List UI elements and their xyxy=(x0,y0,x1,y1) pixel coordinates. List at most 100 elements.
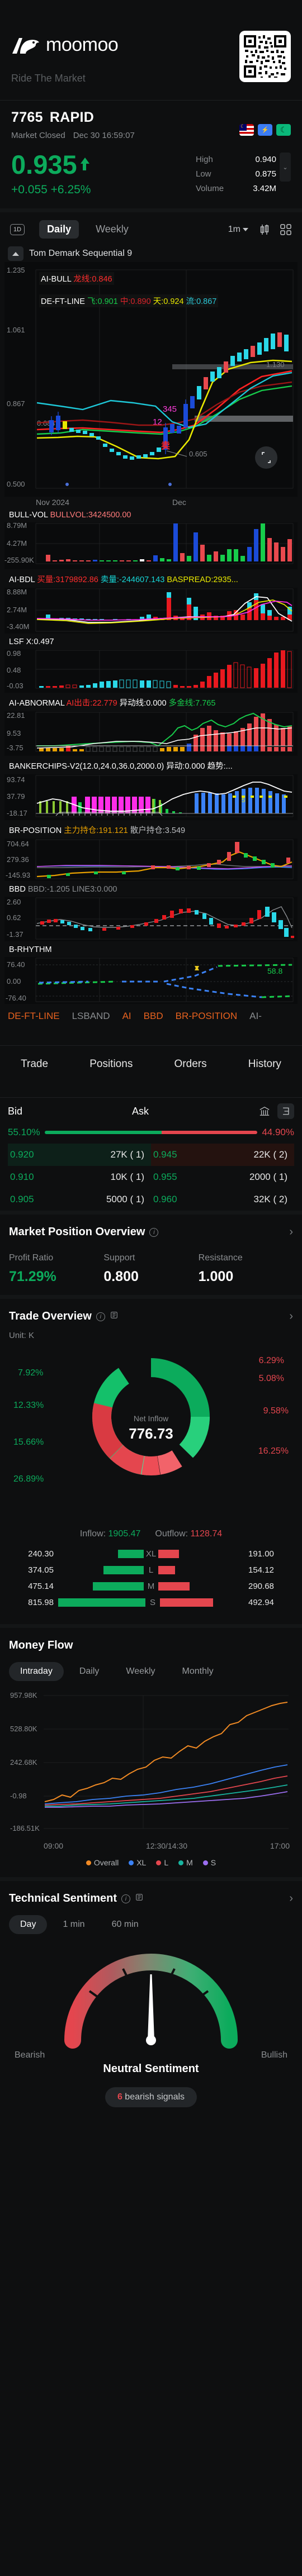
order-book-bid-header: Bid xyxy=(8,1105,23,1117)
donut-left-label-1: 12.33% xyxy=(13,1401,44,1410)
info-icon[interactable]: i xyxy=(121,1894,131,1903)
panel-field: 多金线:7.765 xyxy=(168,699,216,708)
technical-sentiment-section: Technical Sentiment i › Day 1 min 60 min xyxy=(0,1877,302,2117)
expand-stats-button[interactable]: ⌄ xyxy=(280,153,291,182)
bid-price: 0.920 xyxy=(10,1149,34,1160)
legend-m[interactable]: M xyxy=(178,1858,193,1867)
order-book-ask-header: Ask xyxy=(132,1105,149,1117)
indicator-tab-strip[interactable]: DE-FT-LINE LSBAND AI BBD BR-POSITION AI- xyxy=(0,1004,302,1030)
overlay-field: 天:0.924 xyxy=(153,297,184,306)
bid-qty: 5000 ( 1) xyxy=(106,1194,144,1204)
chevron-right-icon[interactable]: › xyxy=(289,1310,293,1323)
level-2-icon[interactable]: ⚡ xyxy=(258,124,272,136)
main-price-panel[interactable]: 1.235 1.061 0.867 0.500 1.130 0.684 0.60… xyxy=(4,262,298,507)
trade-overview-title: Trade Overview xyxy=(9,1310,92,1322)
flow-bar-row: 475.14 M 290.68 xyxy=(9,1582,293,1591)
net-inflow-value: 776.73 xyxy=(129,1425,173,1442)
subpanel-lsf[interactable]: LSF X:0.497 0.98 0.48 -0.03 xyxy=(4,634,298,693)
metric-label: Profit Ratio xyxy=(9,1253,54,1263)
indicator-tab-de-ft-line[interactable]: DE-FT-LINE xyxy=(8,1011,60,1022)
signal-count-badge[interactable]: 6 bearish signals xyxy=(105,2087,197,2107)
moomoo-bull-logo-icon xyxy=(11,36,40,55)
legend-s[interactable]: S xyxy=(202,1858,216,1867)
outflow-label: Outflow: xyxy=(155,1529,188,1539)
ticker-header: 7765 RAPID Market Closed Dec 30 16:59:07 ⚡… xyxy=(0,101,302,198)
market-position-section: Market Position Overview i › Profit Rati… xyxy=(0,1211,302,1295)
range-1d-button[interactable]: 1D xyxy=(10,223,25,235)
panel-field: 散户持仓:3.549 xyxy=(130,826,186,835)
order-book-row[interactable]: 0.905 5000 ( 1) 0.960 32K ( 2) xyxy=(8,1188,294,1211)
ask-cell[interactable]: 0.955 2000 ( 1) xyxy=(151,1166,294,1188)
legend-xl[interactable]: XL xyxy=(129,1858,146,1867)
subpanel-ai-abnormal[interactable]: AI-ABNORMAL AI出击:22.779 异动线:0.000 多金线:7.… xyxy=(4,693,298,756)
subpanel-bankerchips[interactable]: BANKERCHIPS-V2(12.0,24.0,36.0,2000.0) 异动… xyxy=(4,756,298,820)
tab-weekly[interactable]: Weekly xyxy=(115,1662,166,1681)
tab-trade[interactable]: Trade xyxy=(21,1058,48,1070)
tab-monthly[interactable]: Monthly xyxy=(171,1662,225,1681)
tab-daily[interactable]: Daily xyxy=(39,220,79,239)
bank-icon[interactable] xyxy=(256,1103,273,1119)
tab-60min[interactable]: 60 min xyxy=(101,1915,150,1934)
info-icon[interactable]: i xyxy=(96,1312,105,1321)
ask-cell[interactable]: 0.960 32K ( 2) xyxy=(151,1188,294,1211)
subpanel-ai-bdl[interactable]: AI-BDL 买量:3179892.86 卖量:-244607.143 BASP… xyxy=(4,569,298,634)
bid-cell[interactable]: 0.905 5000 ( 1) xyxy=(8,1188,151,1211)
ask-cell[interactable]: 0.945 22K ( 2) xyxy=(151,1144,294,1166)
collapse-indicator-button[interactable] xyxy=(8,246,23,261)
indicator-tab-lsband[interactable]: LSBAND xyxy=(72,1011,110,1022)
inflow-outflow-summary: Inflow: 1905.47 Outflow: 1128.74 xyxy=(9,1529,293,1539)
indicator-tab-br-position[interactable]: BR-POSITION xyxy=(176,1011,238,1022)
chevron-down-icon xyxy=(243,227,248,231)
tab-daily[interactable]: Daily xyxy=(68,1662,111,1681)
y-axis-mid: 1.061 xyxy=(7,326,25,334)
screenshot-icon[interactable] xyxy=(110,1311,119,1322)
screenshot-icon[interactable] xyxy=(135,1893,144,1904)
tab-positions[interactable]: Positions xyxy=(89,1058,133,1070)
bid-cell[interactable]: 0.910 10K ( 1) xyxy=(8,1166,151,1188)
trade-tab-bar[interactable]: Trade Positions Orders History xyxy=(0,1046,302,1082)
money-flow-chart: 957.98K 528.80K 242.68K -0.98 -186.51K 0… xyxy=(9,1690,293,1850)
candlestick-icon[interactable] xyxy=(258,223,271,236)
flow-tag: XL xyxy=(145,1549,157,1559)
bid-cell[interactable]: 0.920 27K ( 1) xyxy=(8,1144,151,1166)
legend-overall[interactable]: Overall xyxy=(86,1858,119,1867)
svg-text:9.53: 9.53 xyxy=(7,729,21,737)
depth-levels-icon[interactable] xyxy=(277,1103,294,1119)
chevron-right-icon[interactable]: › xyxy=(289,1226,293,1239)
subpanel-bbd[interactable]: BBD BBD:-1.205 LINE3:0.000 2.60 0.62 -1.37 xyxy=(4,881,298,941)
subpanel-b-rhythm[interactable]: B-RHYTHM 76.40 0.00 -76.40 58.8 xyxy=(4,941,298,1004)
money-flow-x-axis: 09:00 12:30/14:30 17:00 xyxy=(9,1838,293,1850)
grid-layout-icon[interactable] xyxy=(280,223,292,236)
interval-selector[interactable]: 1m xyxy=(228,225,248,235)
svg-text:76.40: 76.40 xyxy=(7,960,25,969)
indicator-tab-ai-2[interactable]: AI- xyxy=(249,1011,262,1022)
tab-1min[interactable]: 1 min xyxy=(51,1915,96,1934)
flow-inflow-value: 240.30 xyxy=(28,1549,54,1559)
chart-area[interactable]: Tom Demark Sequential 9 1.235 1.061 0.86… xyxy=(0,244,302,1030)
order-book-row[interactable]: 0.920 27K ( 1) 0.945 22K ( 2) xyxy=(8,1144,294,1166)
info-icon[interactable]: i xyxy=(149,1227,159,1237)
indicator-tab-ai[interactable]: AI xyxy=(122,1011,131,1022)
svg-text:279.36: 279.36 xyxy=(7,855,29,864)
flow-bar-chart: 240.30 XL 191.00 374.05 L 154.12 475.14 … xyxy=(9,1549,293,1607)
panel-field: BULLVOL:3424500.00 xyxy=(50,511,131,520)
subpanel-bull-vol[interactable]: BULL-VOL BULLVOL:3424500.00 8.79M 4.27M -2… xyxy=(4,507,298,569)
sentiment-tabs[interactable]: Day 1 min 60 min xyxy=(9,1915,293,1934)
tab-day[interactable]: Day xyxy=(9,1915,48,1934)
tab-history[interactable]: History xyxy=(248,1058,281,1070)
last-price-value: 0.935 xyxy=(11,150,77,179)
ask-qty: 22K ( 2) xyxy=(253,1149,288,1160)
moon-icon[interactable]: ☾ xyxy=(276,124,291,136)
indicator-tab-bbd[interactable]: BBD xyxy=(144,1011,163,1022)
tab-intraday[interactable]: Intraday xyxy=(9,1662,64,1681)
unit-label: Unit: K xyxy=(9,1331,35,1340)
money-flow-tabs[interactable]: Intraday Daily Weekly Monthly xyxy=(9,1662,293,1681)
chevron-right-icon[interactable]: › xyxy=(289,1892,293,1905)
tab-weekly[interactable]: Weekly xyxy=(88,220,136,239)
order-book-row[interactable]: 0.910 10K ( 1) 0.955 2000 ( 1) xyxy=(8,1166,294,1188)
tab-orders[interactable]: Orders xyxy=(174,1058,207,1070)
flow-inflow-value: 374.05 xyxy=(28,1565,54,1575)
flow-tag: L xyxy=(148,1565,154,1575)
legend-l[interactable]: L xyxy=(156,1858,168,1867)
subpanel-br-position[interactable]: BR-POSITION 主力持仓:191.121 散户持仓:3.549 704.… xyxy=(4,820,298,881)
